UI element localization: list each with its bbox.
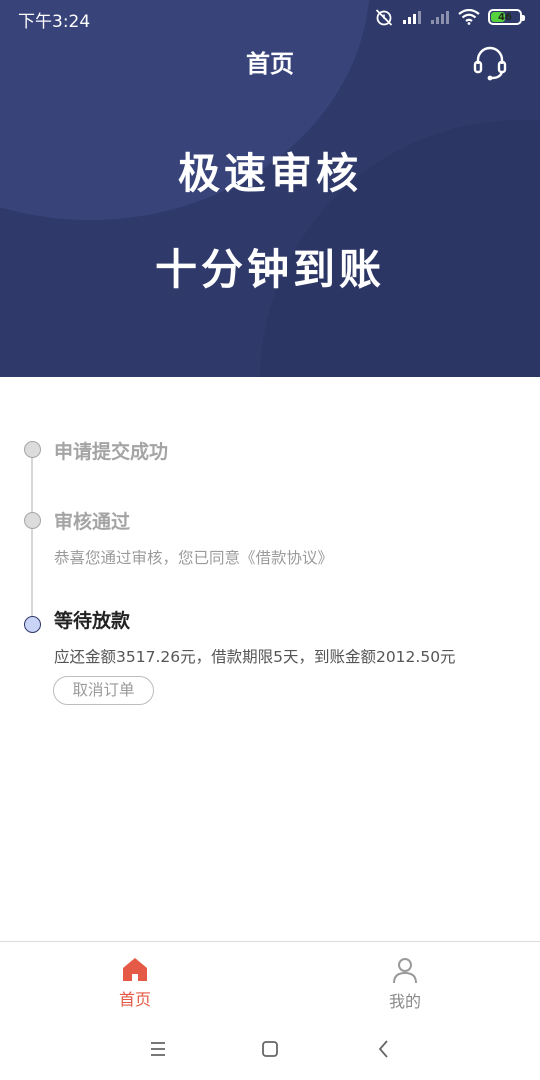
user-icon (393, 958, 417, 984)
banner-slogan-line2: 十分钟到账 (154, 245, 385, 294)
back-chevron-icon (378, 1040, 388, 1058)
battery-level: 46 (498, 11, 512, 23)
tab-label: 我的 (388, 992, 421, 1011)
system-nav-bar (0, 1019, 540, 1080)
timeline-step-title: 等待放款 (54, 610, 131, 632)
timeline-step-title: 申请提交成功 (54, 441, 169, 463)
banner-slogan-line1: 极速审核 (177, 149, 362, 198)
signal-icon (403, 11, 421, 24)
customer-service-button[interactable] (470, 44, 510, 82)
timeline-step-approved: 审核通过 恭喜您通过审核，您已同意《借款协议》 (54, 507, 333, 568)
tab-label: 首页 (118, 990, 151, 1009)
timeline-step-title: 审核通过 (54, 511, 131, 533)
header-banner: 下午3:24 46 首页 极速审核 十分钟到账 (0, 0, 540, 377)
headset-icon (473, 46, 507, 81)
tab-home[interactable]: 首页 (0, 942, 270, 1020)
wifi-icon (458, 9, 480, 25)
timeline-dot (24, 441, 41, 458)
timeline-step-desc: 应还金额3517.26元，借款期限5天，到账金额2012.50元 (54, 648, 456, 666)
battery-icon: 46 (488, 9, 525, 25)
page-title: 首页 (246, 50, 294, 78)
alarm-off-icon (375, 9, 393, 26)
status-bar: 下午3:24 46 (0, 0, 540, 34)
home-icon (123, 958, 147, 981)
timeline-connector (31, 450, 33, 622)
timeline-step-pending-disbursement: 等待放款 应还金额3517.26元，借款期限5天，到账金额2012.50元 (54, 606, 456, 667)
home-nav-button[interactable] (258, 1037, 282, 1061)
back-nav-button[interactable] (372, 1037, 396, 1061)
cancel-order-button[interactable]: 取消订单 (53, 676, 154, 705)
order-progress-timeline: 申请提交成功 审核通过 恭喜您通过审核，您已同意《借款协议》 等待放款 应还金额… (0, 377, 540, 941)
menu-icon (151, 1042, 165, 1056)
timeline-dot (24, 512, 41, 529)
bottom-tab-bar: 首页 我的 (0, 941, 540, 1019)
tab-mine[interactable]: 我的 (270, 942, 540, 1020)
recent-apps-button[interactable] (146, 1037, 170, 1061)
status-icons: 46 (374, 6, 525, 28)
timeline-step-desc: 恭喜您通过审核，您已同意《借款协议》 (54, 549, 334, 567)
timeline-step-submitted: 申请提交成功 (54, 437, 168, 464)
signal-icon (431, 11, 449, 24)
status-time: 下午3:24 (18, 12, 91, 32)
timeline-dot-active (24, 616, 41, 633)
square-icon (262, 1041, 278, 1057)
